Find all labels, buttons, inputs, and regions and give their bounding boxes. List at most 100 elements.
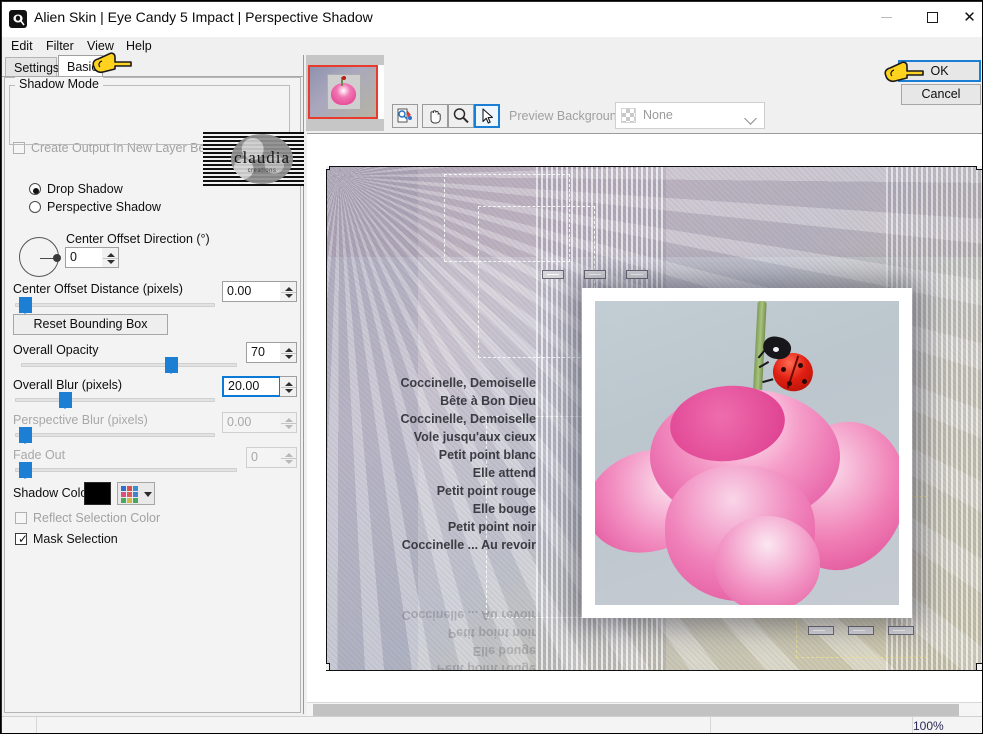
dashed-rect-2 xyxy=(478,206,595,358)
overall-blur-slider[interactable] xyxy=(15,392,215,409)
slider-thumb[interactable] xyxy=(59,392,72,409)
fade-out-spinbox: 0 xyxy=(246,447,298,468)
spinner-buttons[interactable] xyxy=(280,342,297,363)
eye-candy-window: Alien Skin | Eye Candy 5 Impact | Perspe… xyxy=(0,0,983,734)
poem-text-reflection: Coccinelle, DemoiselleBête à Bon DieuCoc… xyxy=(346,606,536,671)
center-offset-distance-label: Center Offset Distance (pixels) xyxy=(13,282,183,296)
overall-opacity-spinbox[interactable]: 70 xyxy=(246,342,298,363)
slider-track[interactable] xyxy=(21,363,237,367)
checkmark-icon: ✓ xyxy=(18,532,29,546)
scrollbar-thumb[interactable] xyxy=(313,704,959,716)
preview-background-dropdown[interactable]: None xyxy=(615,102,765,129)
maximize-button[interactable] xyxy=(909,1,955,33)
status-cell-3 xyxy=(711,717,913,733)
ladybug-eye xyxy=(773,347,779,352)
zoom-tool[interactable] xyxy=(448,104,474,128)
chevron-down-icon xyxy=(144,492,152,497)
shadow-color-swatch[interactable] xyxy=(84,482,111,505)
dial-knob[interactable] xyxy=(53,254,61,262)
thumbnail-strip xyxy=(306,55,384,131)
spinner-down-icon[interactable] xyxy=(107,260,115,264)
poem-line: Petit point noir xyxy=(938,518,982,536)
slider-thumb[interactable] xyxy=(165,357,178,374)
reflect-selection-color-label: Reflect Selection Color xyxy=(33,511,161,525)
poem-line: Petit point rouge xyxy=(436,662,536,671)
selection-mark[interactable] xyxy=(808,626,834,635)
ladybug-spot xyxy=(781,367,786,372)
spinner-buttons[interactable] xyxy=(280,376,297,397)
overall-blur-label: Overall Blur (pixels) xyxy=(13,378,123,392)
radio-button xyxy=(29,201,41,213)
center-offset-direction-dial[interactable] xyxy=(19,237,61,277)
center-offset-direction-label: Center Offset Direction (°) xyxy=(66,232,210,246)
spinner-up-icon xyxy=(285,453,293,457)
slider-track[interactable] xyxy=(15,398,215,402)
selection-mark[interactable] xyxy=(626,270,648,279)
selection-mark[interactable] xyxy=(542,270,564,279)
slider-track[interactable] xyxy=(15,303,215,307)
canvas-viewport[interactable]: Coccinelle, Demoiselle Bête à Bon Dieu Coc… xyxy=(307,133,982,703)
menu-filter[interactable]: Filter xyxy=(43,37,77,55)
bbox-handle-bl[interactable] xyxy=(326,663,330,671)
perspective-blur-slider xyxy=(15,427,215,444)
overall-opacity-input[interactable]: 70 xyxy=(246,342,281,363)
selection-mark[interactable] xyxy=(848,626,874,635)
bbox-handle-br[interactable] xyxy=(976,663,982,671)
close-button[interactable]: ✕ xyxy=(955,1,982,33)
eyedropper-tool[interactable] xyxy=(392,104,418,128)
center-offset-distance-spinbox[interactable]: 0.00 xyxy=(222,281,298,302)
center-offset-distance-slider[interactable] xyxy=(15,297,215,314)
reset-bounding-box-button[interactable]: Reset Bounding Box xyxy=(13,314,168,335)
fade-out-label: Fade Out xyxy=(13,448,66,462)
radio-drop-shadow-label: Drop Shadow xyxy=(47,182,123,196)
spinner-down-icon[interactable] xyxy=(285,294,293,298)
hand-tool[interactable] xyxy=(422,104,448,128)
selection-mark[interactable] xyxy=(584,270,606,279)
poem-line: Elle attend xyxy=(938,464,982,482)
poem-line: Bête à Bon Dieu xyxy=(440,394,536,408)
spinner-up-icon[interactable] xyxy=(285,287,293,291)
arrow-tool[interactable] xyxy=(474,104,500,128)
center-offset-direction-input[interactable]: 0 xyxy=(65,247,103,268)
poem-line: Elle bouge xyxy=(472,644,536,658)
perspective-blur-input: 0.00 xyxy=(222,412,281,433)
overall-opacity-slider[interactable] xyxy=(21,357,237,374)
poem-line: Bête à Bon Dieu xyxy=(938,392,982,410)
navigator-thumbnail[interactable] xyxy=(308,65,378,119)
chevron-down-icon[interactable] xyxy=(744,112,757,125)
menu-edit[interactable]: Edit xyxy=(8,37,36,55)
selection-mark[interactable] xyxy=(888,626,914,635)
alien-skin-icon xyxy=(9,10,27,28)
minimize-button[interactable] xyxy=(863,1,909,33)
ladybug-spot xyxy=(802,379,807,384)
center-offset-direction-spinbox[interactable]: 0 xyxy=(65,247,119,268)
spinner-down-icon[interactable] xyxy=(285,355,293,359)
poem-line: Coccinelle ... Au revoir xyxy=(401,608,536,622)
spinner-up-icon[interactable] xyxy=(285,348,293,352)
center-offset-distance-input[interactable]: 0.00 xyxy=(222,281,281,302)
overall-opacity-label: Overall Opacity xyxy=(13,343,99,357)
status-bar: 100% xyxy=(1,716,982,733)
tab-settings[interactable]: Settings xyxy=(5,57,59,77)
radio-perspective-shadow-label: Perspective Shadow xyxy=(47,200,161,214)
overall-blur-spinbox[interactable]: 20.00 xyxy=(222,376,298,397)
spinner-down-icon[interactable] xyxy=(285,389,293,393)
spinner-up-icon[interactable] xyxy=(107,253,115,257)
bbox-handle-tr[interactable] xyxy=(976,166,982,170)
canvas-horizontal-scrollbar[interactable] xyxy=(307,702,982,717)
flower-photo xyxy=(595,301,899,605)
framed-photo[interactable] xyxy=(582,288,912,618)
color-palette-button[interactable] xyxy=(117,482,155,505)
spinner-buttons[interactable] xyxy=(102,247,119,268)
flower-petal xyxy=(715,516,820,605)
spinner-up-icon[interactable] xyxy=(285,382,293,386)
poem-line: Coccinelle ... Au revoir xyxy=(938,536,982,554)
slider-thumb[interactable] xyxy=(19,297,32,314)
overall-blur-input[interactable]: 20.00 xyxy=(222,376,281,397)
spinner-buttons[interactable] xyxy=(280,281,297,302)
slider-track xyxy=(15,433,215,437)
spinner-buttons xyxy=(280,412,297,433)
image-canvas[interactable]: Coccinelle, Demoiselle Bête à Bon Dieu Coc… xyxy=(326,166,982,671)
slider-track xyxy=(15,468,237,472)
bbox-handle-tl[interactable] xyxy=(326,166,330,170)
